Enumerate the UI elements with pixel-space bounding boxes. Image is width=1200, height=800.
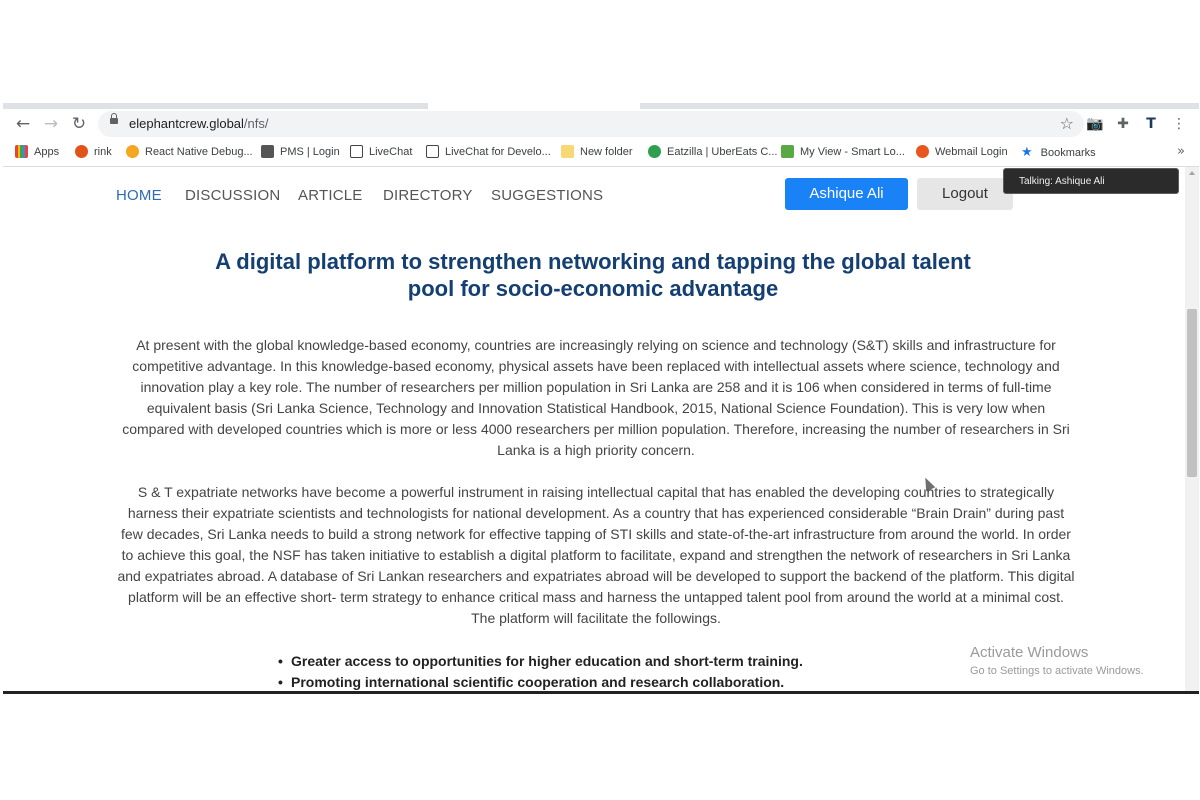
chevron-double-right-icon[interactable]: »	[1177, 144, 1185, 159]
watermark-subtitle: Go to Settings to activate Windows.	[970, 665, 1144, 677]
bookmark-bookmarks[interactable]: ★ Bookmarks	[1021, 145, 1096, 160]
page-headline: A digital platform to strengthen network…	[123, 248, 1063, 302]
reload-icon[interactable]: ↻	[67, 113, 91, 135]
intro-paragraph: At present with the global knowledge-bas…	[122, 337, 1070, 458]
bookmark-react-native-debug[interactable]: React Native Debug...	[126, 145, 253, 158]
list-item: Promoting international scientific coope…	[278, 672, 991, 692]
back-icon[interactable]: ←	[11, 113, 35, 135]
my-view-icon	[781, 145, 794, 158]
browser-toolbar: ← → ↻ elephantcrew.global/nfs/ ☆ 📷 ✚ T ⋮	[3, 109, 1199, 139]
facilitation-list: Greater access to opportunities for high…	[278, 651, 991, 692]
eatzilla-icon	[648, 145, 661, 158]
page-viewport: HOME DISCUSSION ARTICLE DIRECTORY SUGGES…	[3, 167, 1199, 692]
bookmarks-bar: Apps rink React Native Debug... PMS | Lo…	[3, 139, 1199, 167]
bookmark-eatzilla[interactable]: Eatzilla | UberEats C...	[648, 145, 777, 158]
star-icon: ★	[1021, 145, 1033, 160]
address-bar[interactable]: elephantcrew.global/nfs/ ☆	[98, 111, 1084, 137]
scrollbar-thumb[interactable]	[1187, 309, 1197, 477]
bookmark-livechat-developers[interactable]: LiveChat for Develo...	[426, 145, 551, 158]
scroll-up-icon[interactable]	[1189, 171, 1195, 175]
watermark-title: Activate Windows	[970, 644, 1089, 661]
nav-suggestions[interactable]: SUGGESTIONS	[491, 187, 603, 204]
menu-kebab-icon[interactable]: ⋮	[1169, 114, 1189, 134]
window-bottom-border	[3, 691, 1199, 694]
apps-grid-icon	[15, 145, 28, 158]
livechat-icon	[426, 145, 439, 158]
webmail-icon	[916, 145, 929, 158]
logout-button[interactable]: Logout	[917, 178, 1013, 210]
camera-icon[interactable]: 📷	[1085, 114, 1105, 134]
bookmark-webmail-login[interactable]: Webmail Login	[916, 145, 1008, 158]
pms-icon	[261, 145, 274, 158]
folder-icon	[561, 145, 574, 158]
talking-tooltip: Talking: Ashique Ali	[1003, 168, 1179, 194]
list-item: Greater access to opportunities for high…	[278, 651, 991, 672]
livechat-icon	[350, 145, 363, 158]
extensions-icon[interactable]: ✚	[1113, 114, 1133, 134]
nav-discussion[interactable]: DISCUSSION	[185, 187, 280, 204]
browser-window: ← → ↻ elephantcrew.global/nfs/ ☆ 📷 ✚ T ⋮…	[3, 103, 1199, 692]
url-text: elephantcrew.global/nfs/	[129, 116, 269, 131]
expatriate-paragraph: S & T expatriate networks have become a …	[117, 484, 1075, 626]
extension-t-icon[interactable]: T	[1141, 114, 1161, 134]
headline-line-1: A digital platform to strengthen network…	[215, 249, 971, 274]
bookmark-new-folder[interactable]: New folder	[561, 145, 633, 158]
bookmark-pms-login[interactable]: PMS | Login	[261, 145, 340, 158]
forward-icon[interactable]: →	[39, 113, 63, 135]
lock-icon	[110, 113, 118, 124]
bookmark-my-view[interactable]: My View - Smart Lo...	[781, 145, 905, 158]
bookmark-livechat[interactable]: LiveChat	[350, 145, 412, 158]
bookmark-star-icon[interactable]: ☆	[1060, 114, 1074, 133]
nav-home[interactable]: HOME	[116, 187, 162, 204]
activate-windows-watermark: Activate Windows Go to Settings to activ…	[970, 644, 1144, 677]
user-profile-button[interactable]: Ashique Ali	[785, 178, 908, 210]
nav-article[interactable]: ARTICLE	[298, 187, 362, 204]
page-scrollbar[interactable]	[1185, 167, 1199, 692]
bookmark-rink[interactable]: rink	[75, 145, 112, 158]
rink-icon	[75, 145, 88, 158]
react-native-icon	[126, 145, 139, 158]
headline-line-2: pool for socio-economic advantage	[407, 276, 779, 301]
bookmark-apps[interactable]: Apps	[15, 145, 59, 158]
nav-directory[interactable]: DIRECTORY	[383, 187, 473, 204]
